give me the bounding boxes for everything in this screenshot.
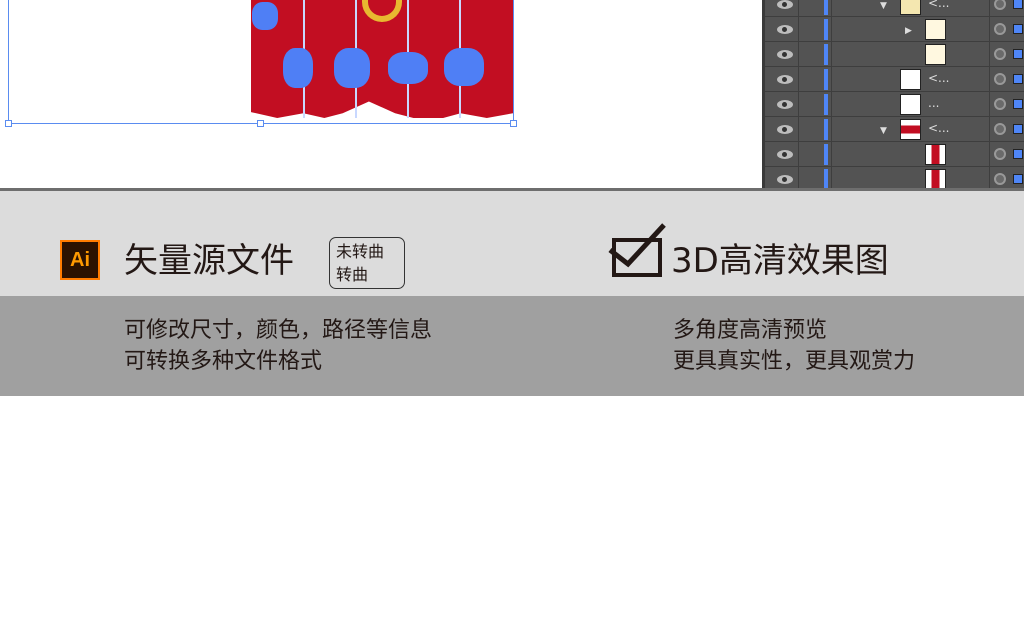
resize-handle[interactable]	[5, 120, 12, 127]
layer-thumbnail	[900, 119, 921, 140]
layer-name: <...	[928, 71, 950, 85]
divider	[831, 67, 832, 92]
layer-name: <...	[928, 121, 950, 135]
layer-row[interactable]: ▶	[765, 17, 1024, 42]
divider	[989, 0, 990, 17]
tag-line: 转曲	[336, 265, 369, 284]
divider	[831, 117, 832, 142]
left-desc-line: 可转换多种文件格式	[124, 349, 323, 374]
resize-handle[interactable]	[510, 120, 517, 127]
divider	[831, 0, 832, 17]
3d-preview-title: 3D高清效果图	[671, 241, 889, 281]
divider	[831, 142, 832, 167]
layer-row[interactable]: ...	[765, 92, 1024, 117]
divider	[798, 0, 799, 17]
layer-row[interactable]: <...	[765, 67, 1024, 92]
visibility-eye-icon[interactable]	[777, 50, 793, 59]
layer-thumbnail	[900, 0, 921, 15]
divider	[798, 117, 799, 142]
target-circle-icon[interactable]	[994, 0, 1006, 10]
layer-row[interactable]	[765, 142, 1024, 167]
selection-bounding-box[interactable]	[8, 0, 514, 124]
divider	[989, 67, 990, 92]
right-desc-line: 更具真实性，更具观赏力	[673, 349, 916, 374]
layer-row[interactable]	[765, 42, 1024, 67]
divider	[798, 142, 799, 167]
divider	[989, 17, 990, 42]
layer-thumbnail	[925, 44, 946, 65]
target-circle-icon[interactable]	[994, 123, 1006, 135]
left-desc-line: 可修改尺寸，颜色，路径等信息	[124, 318, 433, 343]
resize-handle[interactable]	[257, 120, 264, 127]
target-circle-icon[interactable]	[994, 48, 1006, 60]
visibility-eye-icon[interactable]	[777, 175, 793, 184]
illustrator-icon: Ai	[60, 240, 100, 280]
visibility-eye-icon[interactable]	[777, 150, 793, 159]
divider	[989, 42, 990, 67]
visibility-eye-icon[interactable]	[777, 125, 793, 134]
outline-tag: 未转曲 转曲	[329, 237, 405, 289]
layer-row[interactable]: ▼ <...	[765, 0, 1024, 17]
divider	[989, 167, 990, 188]
divider	[831, 42, 832, 67]
visibility-eye-icon[interactable]	[777, 75, 793, 84]
divider	[831, 17, 832, 42]
visibility-eye-icon[interactable]	[777, 25, 793, 34]
vector-source-title: 矢量源文件	[124, 241, 294, 281]
layer-thumbnail	[925, 169, 946, 188]
divider	[989, 117, 990, 142]
checkbox-checked-icon	[608, 223, 666, 277]
selection-square-icon[interactable]	[1013, 124, 1023, 134]
divider	[831, 92, 832, 117]
target-circle-icon[interactable]	[994, 148, 1006, 160]
layer-color-bar	[824, 0, 828, 15]
layer-thumbnail	[900, 69, 921, 90]
target-circle-icon[interactable]	[994, 98, 1006, 110]
visibility-eye-icon[interactable]	[777, 100, 793, 109]
visibility-eye-icon[interactable]	[777, 0, 793, 9]
layers-panel: ▼ <... ▶ <... ... ▼ <...	[762, 0, 1024, 188]
expand-triangle-icon[interactable]: ▶	[905, 26, 912, 36]
divider	[798, 92, 799, 117]
collapse-triangle-icon[interactable]: ▼	[880, 126, 887, 136]
layer-color-bar	[824, 169, 828, 188]
layer-thumbnail	[925, 144, 946, 165]
divider	[989, 142, 990, 167]
artboard-canvas[interactable]	[0, 0, 762, 188]
layer-thumbnail	[925, 19, 946, 40]
divider	[989, 92, 990, 117]
layer-row[interactable]: ▼ <...	[765, 117, 1024, 142]
layer-color-bar	[824, 44, 828, 65]
selection-square-icon[interactable]	[1013, 99, 1023, 109]
selection-square-icon[interactable]	[1013, 149, 1023, 159]
selection-square-icon[interactable]	[1013, 24, 1023, 34]
divider	[798, 67, 799, 92]
divider	[798, 17, 799, 42]
layer-name: ...	[928, 96, 940, 110]
target-circle-icon[interactable]	[994, 73, 1006, 85]
target-circle-icon[interactable]	[994, 173, 1006, 185]
divider	[798, 167, 799, 188]
divider	[831, 167, 832, 188]
layer-name: <...	[928, 0, 950, 10]
layer-color-bar	[824, 19, 828, 40]
layer-color-bar	[824, 94, 828, 115]
layer-color-bar	[824, 144, 828, 165]
selection-square-icon[interactable]	[1013, 49, 1023, 59]
collapse-triangle-icon[interactable]: ▼	[880, 1, 887, 11]
selection-square-icon[interactable]	[1013, 74, 1023, 84]
selection-square-icon[interactable]	[1013, 174, 1023, 184]
layer-color-bar	[824, 69, 828, 90]
selection-square-icon[interactable]	[1013, 0, 1023, 9]
layer-thumbnail	[900, 94, 921, 115]
layer-row[interactable]	[765, 167, 1024, 188]
target-circle-icon[interactable]	[994, 23, 1006, 35]
right-desc-line: 多角度高清预览	[673, 318, 828, 343]
tag-line: 未转曲	[336, 242, 385, 261]
layer-color-bar	[824, 119, 828, 140]
divider	[798, 42, 799, 67]
